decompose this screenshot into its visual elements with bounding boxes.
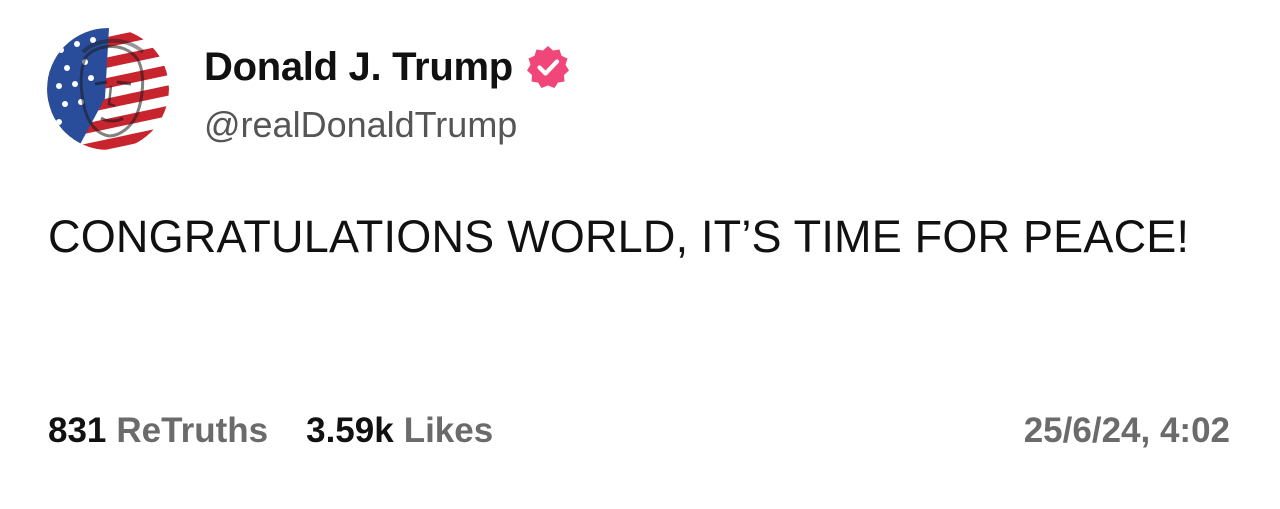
likes-stat[interactable]: 3.59k Likes [306, 411, 493, 451]
retruths-label: ReTruths [116, 411, 269, 450]
retruths-stat[interactable]: 831 ReTruths [48, 411, 268, 451]
post-body-text: CONGRATULATIONS WORLD, IT’S TIME FOR PEA… [48, 211, 1190, 262]
truth-post: Donald J. Trump @realDonaldTrump CONGRAT… [0, 0, 1280, 509]
post-stats: 831 ReTruths 3.59k Likes [48, 408, 493, 454]
author-avatar[interactable] [47, 28, 169, 150]
likes-count: 3.59k [306, 411, 394, 450]
author-name-row: Donald J. Trump [204, 40, 571, 94]
post-timestamp[interactable]: 25/6/24, 4:02 [1024, 408, 1230, 454]
author-handle[interactable]: @realDonaldTrump [204, 104, 517, 146]
author-display-name[interactable]: Donald J. Trump [204, 45, 513, 90]
retruths-count: 831 [48, 411, 107, 450]
likes-label: Likes [403, 411, 494, 450]
verified-badge-icon [525, 44, 571, 90]
flag-portrait-avatar-icon [47, 28, 169, 150]
